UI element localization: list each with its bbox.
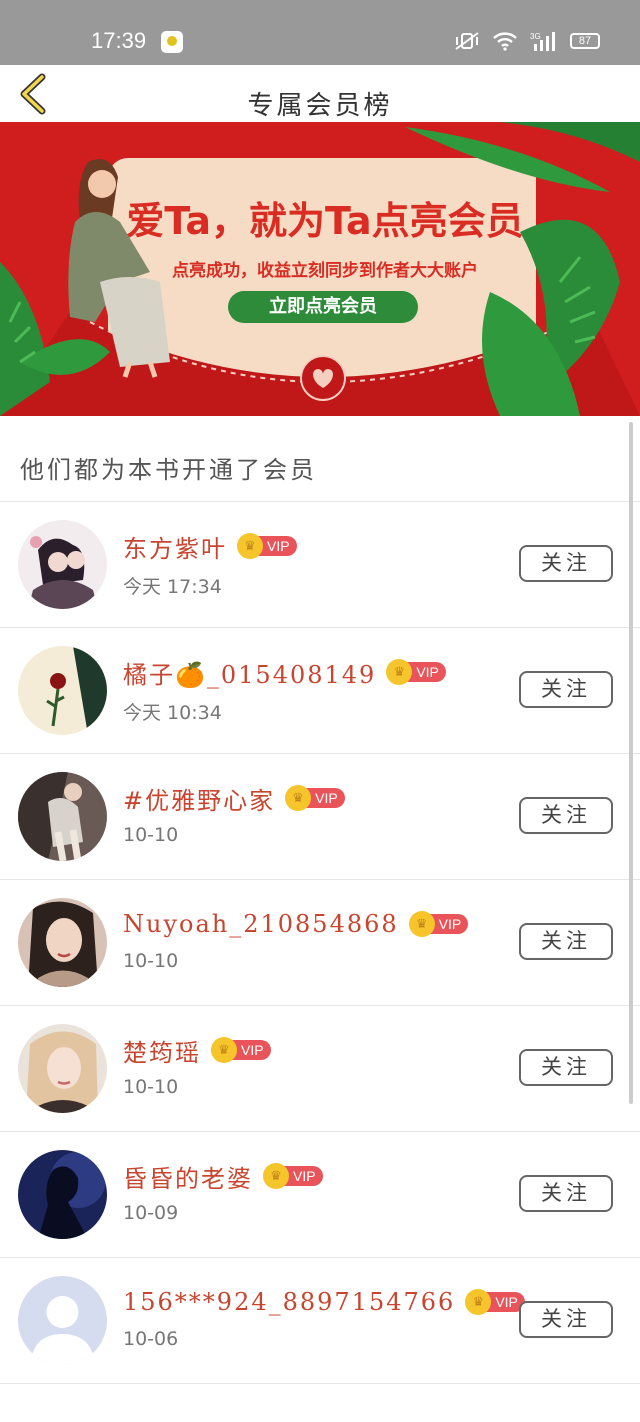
member-row[interactable]: 昏昏的老婆 ♛ VIP 10-09 关注 bbox=[0, 1132, 640, 1258]
member-date: 今天 10:34 bbox=[123, 702, 222, 724]
avatar[interactable] bbox=[18, 898, 107, 987]
avatar[interactable] bbox=[18, 1150, 107, 1239]
member-row[interactable]: 156***924_8897154766 ♛ VIP 10-06 关注 bbox=[0, 1258, 640, 1384]
follow-button[interactable]: 关注 bbox=[519, 1049, 613, 1086]
member-name[interactable]: 橘子🍊_015408149 bbox=[123, 655, 376, 690]
avatar[interactable] bbox=[18, 646, 107, 735]
follow-button[interactable]: 关注 bbox=[519, 671, 613, 708]
member-name[interactable]: #优雅野心家 bbox=[123, 781, 275, 816]
battery-icon: 87 bbox=[570, 33, 600, 49]
avatar[interactable] bbox=[18, 1276, 107, 1365]
vip-badge: ♛ VIP bbox=[211, 1037, 271, 1063]
avatar[interactable] bbox=[18, 1024, 107, 1113]
section-title: 他们都为本书开通了会员 bbox=[20, 456, 317, 484]
member-name[interactable]: 昏昏的老婆 bbox=[123, 1159, 253, 1194]
light-up-membership-button[interactable]: 立即点亮会员 bbox=[228, 291, 418, 323]
vip-badge: ♛ VIP bbox=[465, 1289, 525, 1315]
member-date: 今天 17:34 bbox=[123, 576, 222, 598]
vip-badge: ♛ VIP bbox=[386, 659, 446, 685]
member-name[interactable]: 楚筠瑶 bbox=[123, 1033, 201, 1068]
follow-button[interactable]: 关注 bbox=[519, 923, 613, 960]
page-header: 专属会员榜 bbox=[0, 65, 640, 122]
banner-headline: 爱Ta，就为Ta点亮会员 bbox=[126, 199, 524, 243]
banner-subline: 点亮成功，收益立刻同步到作者大大账户 bbox=[172, 261, 478, 281]
avatar[interactable] bbox=[18, 520, 107, 609]
member-name[interactable]: 156***924_8897154766 bbox=[123, 1288, 455, 1316]
status-icons: 3G 87 bbox=[454, 30, 600, 52]
follow-button[interactable]: 关注 bbox=[519, 545, 613, 582]
page-title: 专属会员榜 bbox=[247, 91, 393, 121]
avatar[interactable] bbox=[18, 772, 107, 861]
scrollbar[interactable] bbox=[629, 422, 633, 1104]
signal-icon: 3G bbox=[530, 32, 555, 51]
crown-icon: ♛ bbox=[408, 911, 435, 937]
vibrate-icon bbox=[455, 32, 479, 50]
member-row[interactable]: Nuyoah_210854868 ♛ VIP 10-10 关注 bbox=[0, 880, 640, 1006]
member-name[interactable]: Nuyoah_210854868 bbox=[123, 910, 399, 938]
member-name-line: 156***924_8897154766 ♛ VIP bbox=[123, 1286, 525, 1318]
status-bar: 17:39 3G 87 bbox=[0, 0, 640, 65]
app-notification-icon bbox=[161, 31, 183, 53]
vip-badge: ♛ VIP bbox=[237, 533, 297, 559]
member-name-line: 橘子🍊_015408149 ♛ VIP bbox=[123, 655, 446, 690]
wifi-icon bbox=[493, 32, 517, 51]
follow-button[interactable]: 关注 bbox=[519, 797, 613, 834]
status-time: 17:39 bbox=[91, 28, 147, 53]
crown-icon: ♛ bbox=[211, 1037, 237, 1063]
crown-icon: ♛ bbox=[285, 785, 312, 811]
member-date: 10-10 bbox=[123, 824, 179, 846]
vip-badge: ♛ VIP bbox=[263, 1163, 323, 1189]
vip-badge: ♛ VIP bbox=[285, 785, 345, 811]
member-name-line: Nuyoah_210854868 ♛ VIP bbox=[123, 908, 469, 940]
vip-badge: ♛ VIP bbox=[408, 911, 469, 937]
follow-button[interactable]: 关注 bbox=[519, 1175, 613, 1212]
member-date: 10-10 bbox=[123, 1076, 179, 1098]
crown-icon: ♛ bbox=[237, 533, 263, 559]
member-name-line: #优雅野心家 ♛ VIP bbox=[123, 781, 345, 816]
member-date: 10-06 bbox=[123, 1328, 179, 1350]
member-row[interactable]: 东方紫叶 ♛ VIP 今天 17:34 关注 bbox=[0, 502, 640, 628]
member-name-line: 昏昏的老婆 ♛ VIP bbox=[123, 1159, 323, 1194]
member-row[interactable]: #优雅野心家 ♛ VIP 10-10 关注 bbox=[0, 754, 640, 880]
follow-button[interactable]: 关注 bbox=[519, 1301, 613, 1338]
member-row[interactable]: 橘子🍊_015408149 ♛ VIP 今天 10:34 关注 bbox=[0, 628, 640, 754]
member-date: 10-09 bbox=[123, 1202, 179, 1224]
crown-icon: ♛ bbox=[263, 1163, 289, 1189]
member-name-line: 楚筠瑶 ♛ VIP bbox=[123, 1033, 271, 1068]
member-row[interactable]: 楚筠瑶 ♛ VIP 10-10 关注 bbox=[0, 1006, 640, 1132]
member-date: 10-10 bbox=[123, 950, 179, 972]
network-type-label: 3G bbox=[530, 32, 541, 41]
member-name-line: 东方紫叶 ♛ VIP bbox=[123, 529, 297, 564]
promo-banner[interactable]: 爱Ta，就为Ta点亮会员 点亮成功，收益立刻同步到作者大大账户 立即点亮会员 bbox=[0, 122, 640, 416]
member-name[interactable]: 东方紫叶 bbox=[123, 529, 227, 564]
